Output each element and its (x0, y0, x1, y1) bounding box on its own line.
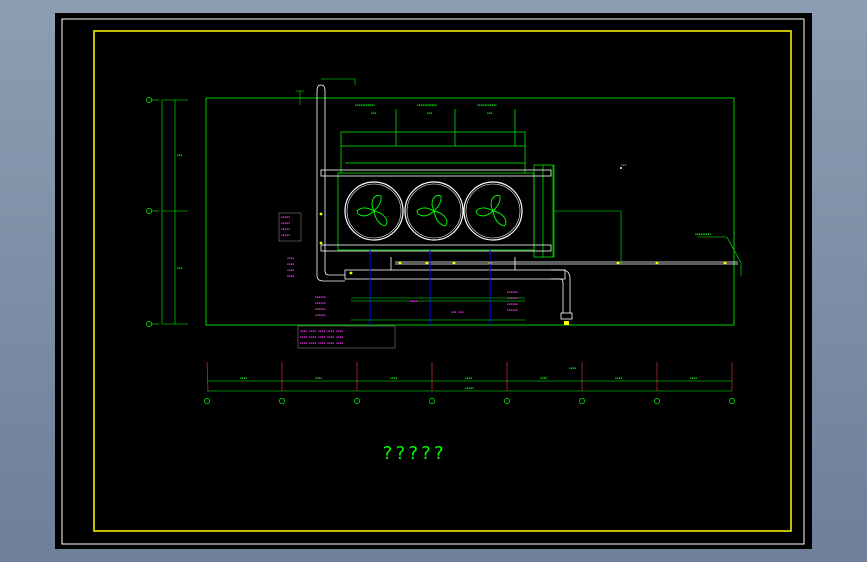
blue-axis-lines (369, 250, 491, 325)
ann-r-1: ▪▪▪▪▪▪ (507, 290, 518, 294)
ann-ll-4: ▪▪▪▪▪▪ (315, 313, 326, 317)
top-small-dimension (296, 78, 356, 105)
grid-bubble-bottom-4 (429, 398, 435, 404)
pipe-markers (319, 212, 727, 325)
upper-right-tag: ▪▪▪ (621, 163, 627, 167)
left-grid-bubbles: ▪▪▪ ▪▪▪ (146, 97, 183, 327)
dim-b-3: ▪▪▪▪ (390, 376, 397, 380)
upper-right-dot (620, 167, 622, 169)
bottom-grid-bubbles (204, 398, 735, 404)
ann-lm-2: ▪▪▪▪ (287, 262, 294, 266)
foundation-lines (351, 297, 525, 321)
ann-lm-4: ▪▪▪▪ (287, 274, 294, 278)
cad-drawing: ▪▪▪ ▪▪▪ ▪▪▪▪▪▪▪▪▪▪▪ ▪▪▪▪▪▪▪▪▪▪▪ ▪▪▪▪▪▪▪▪… (61, 18, 805, 545)
grid-bubble-bottom-6 (579, 398, 585, 404)
fan-3 (463, 181, 523, 241)
ann-bl-2: ▪▪▪▪ ▪▪▪▪ ▪▪▪▪ ▪▪▪▪ ▪▪▪▪ (300, 335, 344, 339)
ann-ll-1: ▪▪▪▪▪▪ (315, 295, 326, 299)
grid-bubble-bottom-8 (729, 398, 735, 404)
dim-b-4: ▪▪▪▪ (465, 376, 472, 380)
dim-b-5: ▪▪▪▪ (540, 376, 547, 380)
ann-ll-2: ▪▪▪▪▪▪ (315, 301, 326, 305)
annotation-left-mid: ▪▪▪▪ ▪▪▪▪ ▪▪▪▪ ▪▪▪▪ (287, 256, 294, 278)
fan-1 (344, 181, 404, 241)
ann-r-3: ▪▪▪▪▪▪ (507, 302, 518, 306)
ann-bl-1: ▪▪▪▪ ▪▪▪▪ ▪▪▪▪ ▪▪▪▪ ▪▪▪▪ (300, 329, 344, 333)
ann-lm-3: ▪▪▪▪ (287, 268, 294, 272)
ann-ll-3: ▪▪▪▪▪▪ (315, 307, 326, 311)
top-sub-3: ▪▪▪ (487, 111, 493, 115)
top-label-1: ▪▪▪▪▪▪▪▪▪▪▪ (355, 103, 375, 107)
ann-lu-1: ▪▪▪▪▪ (281, 215, 290, 219)
dim-text-left-2: ▪▪▪ (177, 266, 183, 270)
dim-text-left-1: ▪▪▪ (177, 153, 183, 157)
mid-dim-tag: ▪▪▪▪ (410, 299, 417, 303)
right-connector (554, 210, 742, 276)
dim-b-6: ▪▪▪▪ (615, 376, 622, 380)
grid-bubble-bottom-2 (279, 398, 285, 404)
fan-blade-icon (475, 194, 507, 227)
fan-blade-icon (356, 194, 388, 227)
annotation-left-lower: ▪▪▪▪▪▪ ▪▪▪▪▪▪ ▪▪▪▪▪▪ ▪▪▪▪▪▪ (315, 295, 326, 317)
ann-lu-2: ▪▪▪▪▪ (281, 221, 290, 225)
dim-b-total: ▪▪▪▪▪ (465, 386, 474, 390)
ann-lu-4: ▪▪▪▪▪ (281, 233, 290, 237)
annotation-left-upper: ▪▪▪▪▪ ▪▪▪▪▪ ▪▪▪▪▪ ▪▪▪▪▪ (278, 212, 302, 242)
dim-b-7: ▪▪▪▪ (690, 376, 697, 380)
top-sub-2: ▪▪▪ (427, 111, 433, 115)
right-callout-label: ▪▪▪▪▪▪▪▪▪ (695, 232, 711, 236)
ann-r-2: ▪▪▪▪▪▪ (507, 296, 518, 300)
dim-b-2: ▪▪▪▪ (315, 376, 322, 380)
ann-r-4: ▪▪▪▪▪▪ (507, 308, 518, 312)
grid-bubble-bottom-7 (654, 398, 660, 404)
left-dimension (152, 99, 188, 325)
top-sub-1: ▪▪▪ (371, 111, 377, 115)
grid-bubble-bottom-3 (354, 398, 360, 404)
condenser-unit (337, 109, 555, 258)
grid-bubble-bottom-5 (504, 398, 510, 404)
grid-bubble-left-1 (146, 97, 152, 103)
grid-bubble-bottom-1 (204, 398, 210, 404)
fan-2 (404, 181, 464, 241)
dim-b-note: ▪▪▪▪ (569, 366, 576, 370)
dim-b-1: ▪▪▪▪ (240, 376, 247, 380)
mid-callout: ▪▪▪ ▪▪▪ (451, 310, 464, 314)
bottom-dim-texts: ▪▪▪▪ ▪▪▪▪ ▪▪▪▪ ▪▪▪▪ ▪▪▪▪ ▪▪▪▪ ▪▪▪▪ ▪▪▪▪▪… (240, 366, 697, 390)
ann-lu-3: ▪▪▪▪▪ (281, 227, 290, 231)
grid-bubble-left-3 (146, 321, 152, 327)
top-label-3: ▪▪▪▪▪▪▪▪▪▪▪ (477, 103, 497, 107)
grid-bubble-left-2 (146, 208, 152, 214)
ann-bl-3: ▪▪▪▪ ▪▪▪▪ ▪▪▪▪ ▪▪▪▪ ▪▪▪▪ (300, 341, 344, 345)
ann-lm-1: ▪▪▪▪ (287, 256, 294, 260)
cad-viewport[interactable]: ▪▪▪ ▪▪▪ ▪▪▪▪▪▪▪▪▪▪▪ ▪▪▪▪▪▪▪▪▪▪▪ ▪▪▪▪▪▪▪▪… (55, 13, 812, 549)
fan-blade-icon (416, 194, 448, 227)
top-label-ticks: ▪▪▪▪▪▪▪▪▪▪▪ ▪▪▪▪▪▪▪▪▪▪▪ ▪▪▪▪▪▪▪▪▪▪▪ ▪▪▪ … (355, 103, 497, 115)
top-label-2: ▪▪▪▪▪▪▪▪▪▪▪ (417, 103, 437, 107)
annotation-bottom-left: ▪▪▪▪ ▪▪▪▪ ▪▪▪▪ ▪▪▪▪ ▪▪▪▪ ▪▪▪▪ ▪▪▪▪ ▪▪▪▪ … (297, 325, 396, 349)
drawing-title: ????? (382, 443, 446, 464)
